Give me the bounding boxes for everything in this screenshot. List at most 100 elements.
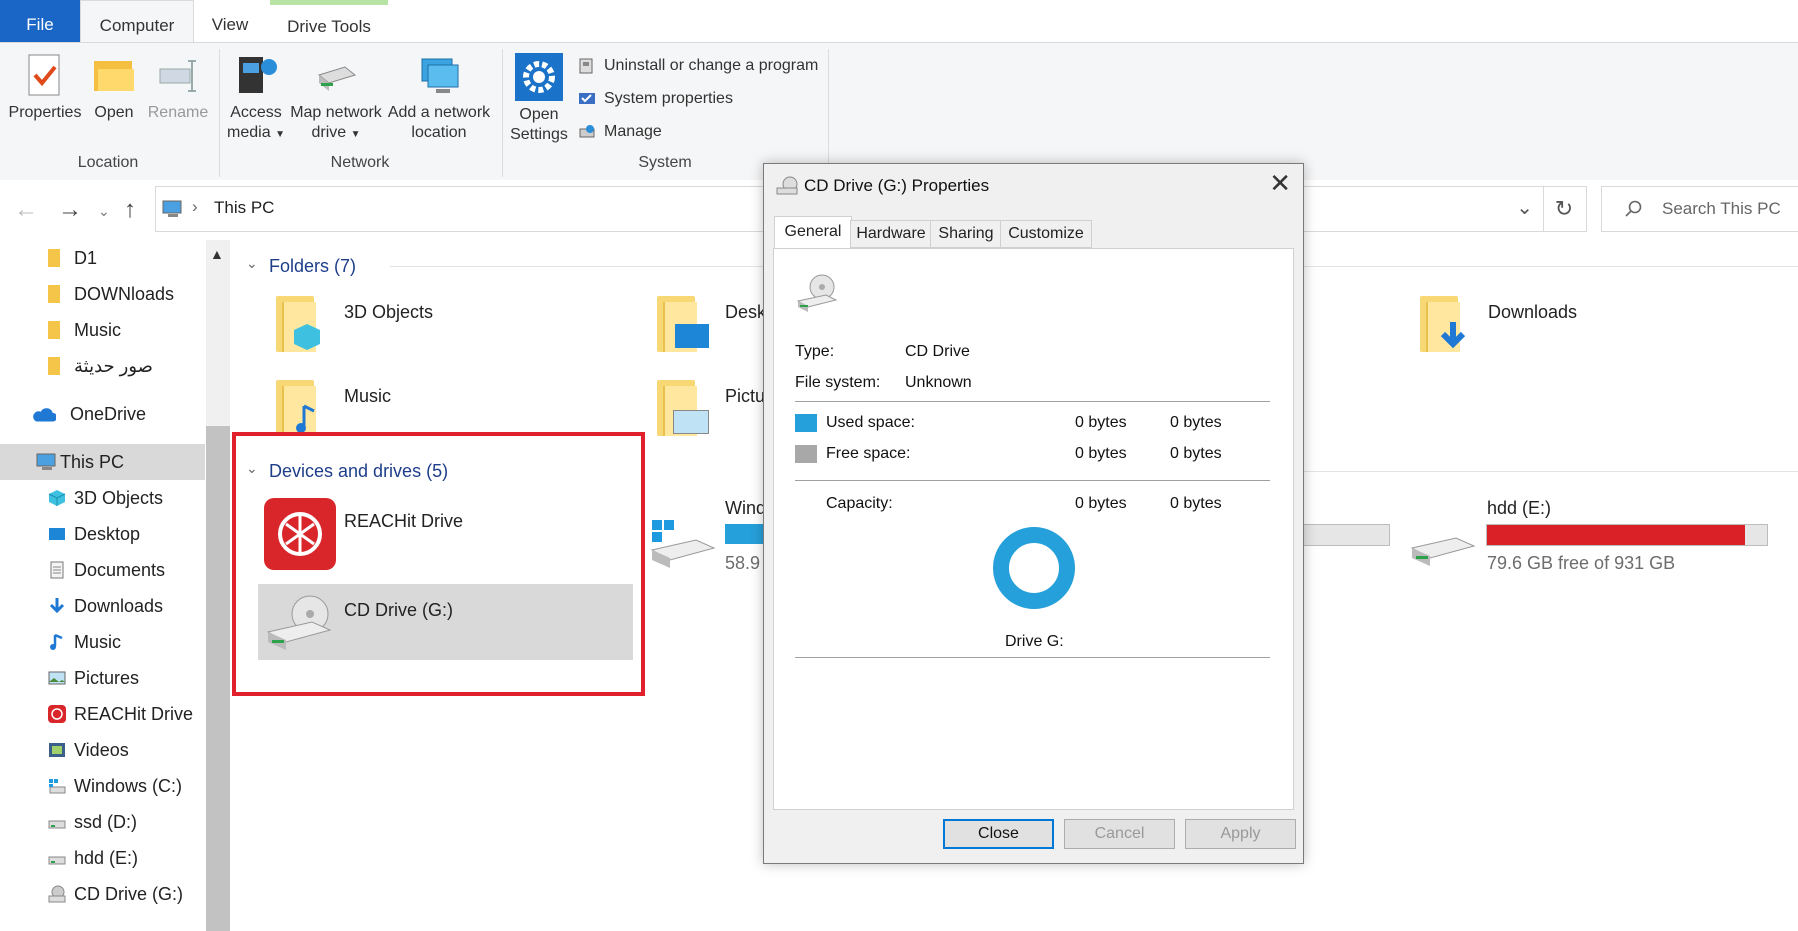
hdd-drive-icon[interactable] bbox=[1410, 528, 1476, 568]
ribbon-divider bbox=[502, 49, 503, 177]
music-folder-icon[interactable] bbox=[276, 380, 318, 436]
up-arrow-icon[interactable]: ↑ bbox=[124, 196, 136, 224]
folder-label[interactable]: Downloads bbox=[1488, 302, 1577, 323]
address-dropdown-icon[interactable]: ⌄ bbox=[1516, 195, 1533, 220]
rename-button[interactable]: Rename bbox=[146, 53, 210, 123]
tab-view[interactable]: View bbox=[192, 0, 268, 42]
downloads-folder-icon[interactable] bbox=[1420, 296, 1466, 352]
cancel-button[interactable]: Cancel bbox=[1064, 819, 1175, 849]
access-media-label-2: media bbox=[227, 124, 271, 141]
forward-arrow-icon[interactable]: → bbox=[58, 196, 82, 224]
onedrive-icon bbox=[33, 408, 56, 422]
access-media-button[interactable]: Access media ▼ bbox=[226, 53, 286, 145]
nav-item-label: Windows (C:) bbox=[74, 776, 183, 796]
windows-drive-usage-bar bbox=[725, 524, 765, 544]
nav-scrollbar-thumb[interactable] bbox=[206, 426, 230, 931]
file-system-label: File system: bbox=[795, 374, 881, 391]
nav-item-this-pc[interactable]: This PC bbox=[0, 447, 124, 477]
folders-header[interactable]: Folders (7) bbox=[269, 256, 356, 277]
nav-item-desktop[interactable]: Desktop bbox=[24, 519, 140, 549]
windows-drive-icon bbox=[49, 779, 66, 794]
free-space-bytes: 0 bytes bbox=[1075, 445, 1127, 462]
tab-sharing[interactable]: Sharing bbox=[930, 220, 1002, 248]
properties-label: Properties bbox=[8, 104, 82, 121]
settings-gear-icon bbox=[515, 53, 563, 101]
open-settings-button[interactable]: Open Settings bbox=[508, 53, 570, 145]
tab-file[interactable]: File bbox=[0, 0, 80, 42]
tab-computer[interactable]: Computer bbox=[80, 0, 194, 44]
nav-item-label: 3D Objects bbox=[74, 488, 164, 508]
add-network-location-button[interactable]: Add a network location bbox=[386, 53, 492, 143]
recent-chevron-down-icon[interactable]: ⌄ bbox=[98, 203, 110, 220]
nav-item-3d-objects[interactable]: 3D Objects bbox=[24, 483, 163, 513]
nav-item-arabic-folder[interactable]: صور حديثة bbox=[24, 351, 153, 381]
folder-label[interactable]: Pictu bbox=[725, 386, 765, 407]
nav-item-downloads-folder[interactable]: DOWNloads bbox=[24, 279, 174, 309]
cd-drive-icon bbox=[796, 274, 838, 312]
nav-item-pictures[interactable]: Pictures bbox=[24, 663, 139, 693]
windows-drive-icon[interactable] bbox=[648, 514, 716, 570]
nav-item-music[interactable]: Music bbox=[24, 627, 121, 657]
type-value: CD Drive bbox=[905, 343, 970, 360]
tab-customize[interactable]: Customize bbox=[1000, 220, 1092, 248]
3d-objects-folder-icon[interactable] bbox=[276, 296, 320, 352]
map-drive-label-1: Map network bbox=[290, 104, 382, 121]
nav-item-label: DOWNloads bbox=[74, 284, 175, 304]
breadcrumb[interactable]: This PC bbox=[214, 198, 274, 218]
nav-item-videos[interactable]: Videos bbox=[24, 735, 129, 765]
nav-item-label: OneDrive bbox=[70, 404, 147, 424]
uninstall-icon bbox=[579, 58, 593, 74]
nav-item-ssd-d[interactable]: ssd (D:) bbox=[24, 807, 137, 837]
search-placeholder: Search This PC bbox=[1662, 199, 1781, 218]
close-button[interactable]: Close bbox=[943, 819, 1054, 849]
properties-button[interactable]: Properties bbox=[6, 53, 84, 123]
tab-hardware[interactable]: Hardware bbox=[850, 220, 932, 248]
nav-item-cd-drive-g[interactable]: CD Drive (G:) bbox=[24, 879, 183, 909]
folder-label[interactable]: Music bbox=[344, 386, 391, 407]
nav-item-reachit[interactable]: REACHit Drive bbox=[24, 699, 193, 729]
nav-item-onedrive[interactable]: OneDrive bbox=[0, 399, 146, 429]
open-folder-icon bbox=[94, 61, 134, 91]
location-group-label: Location bbox=[77, 154, 139, 171]
folder-icon bbox=[48, 249, 60, 267]
nav-item-windows-c[interactable]: Windows (C:) bbox=[24, 771, 182, 801]
nav-item-label: ssd (D:) bbox=[74, 812, 137, 832]
nav-item-label: This PC bbox=[60, 452, 125, 472]
scroll-up-icon[interactable]: ▲ bbox=[210, 246, 224, 262]
nav-item-label: Pictures bbox=[74, 668, 140, 688]
windows-drive-label[interactable]: Wind bbox=[725, 498, 766, 519]
hdd-drive-usage-bar bbox=[1486, 524, 1768, 546]
system-group-label: System bbox=[638, 154, 692, 171]
tab-drive-tools[interactable]: Drive Tools bbox=[270, 0, 388, 42]
network-location-icon bbox=[421, 58, 459, 93]
manage-button[interactable]: Manage bbox=[578, 121, 662, 143]
uninstall-program-button[interactable]: Uninstall or change a program bbox=[578, 55, 818, 77]
capacity-label: Capacity: bbox=[826, 495, 893, 512]
back-arrow-icon[interactable]: ← bbox=[14, 196, 38, 224]
nav-item-hdd-e[interactable]: hdd (E:) bbox=[24, 843, 138, 873]
free-space-swatch bbox=[795, 445, 817, 463]
file-system-value: Unknown bbox=[905, 374, 972, 391]
folders-collapse-chevron-icon[interactable]: ⌄ bbox=[246, 255, 258, 272]
rename-label: Rename bbox=[147, 104, 209, 121]
access-media-label-1: Access bbox=[230, 104, 282, 121]
close-icon[interactable]: ✕ bbox=[1269, 168, 1291, 199]
search-input[interactable]: Search This PC bbox=[1601, 186, 1798, 232]
open-button[interactable]: Open bbox=[90, 53, 138, 123]
pictures-folder-icon[interactable] bbox=[657, 380, 709, 436]
add-location-label-1: Add a network bbox=[387, 104, 491, 121]
nav-item-d1[interactable]: D1 bbox=[24, 243, 97, 273]
nav-item-documents[interactable]: Documents bbox=[24, 555, 165, 585]
nav-item-label: hdd (E:) bbox=[74, 848, 139, 868]
tab-general[interactable]: General bbox=[774, 216, 852, 249]
map-network-drive-button[interactable]: Map network drive ▼ bbox=[290, 53, 382, 145]
properties-dialog: CD Drive (G:) Properties ✕ General Hardw… bbox=[763, 163, 1304, 864]
nav-item-downloads[interactable]: Downloads bbox=[24, 591, 163, 621]
refresh-icon[interactable]: ↻ bbox=[1542, 186, 1587, 232]
apply-button[interactable]: Apply bbox=[1185, 819, 1296, 849]
desktop-folder-icon[interactable] bbox=[657, 296, 709, 352]
system-properties-button[interactable]: System properties bbox=[578, 88, 733, 110]
folder-label[interactable]: 3D Objects bbox=[344, 302, 433, 323]
hdd-drive-label[interactable]: hdd (E:) bbox=[1487, 498, 1551, 519]
nav-item-music-folder[interactable]: Music bbox=[24, 315, 121, 345]
